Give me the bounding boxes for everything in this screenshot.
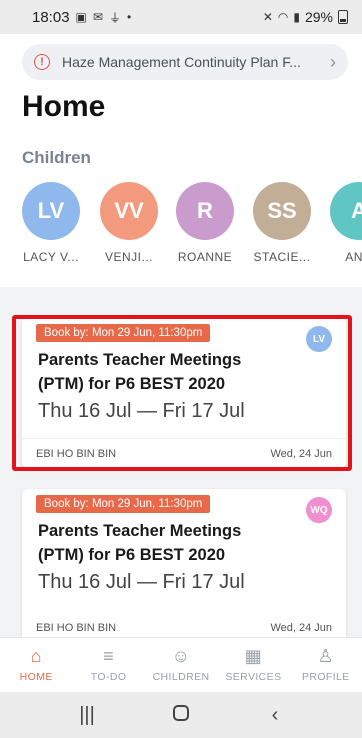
home-icon: ⌂ — [30, 646, 42, 666]
nav-label: SERVICES — [225, 671, 282, 683]
child-name: VENJI... — [104, 250, 153, 264]
back-button[interactable]: ‹ — [255, 704, 295, 727]
card-title: Parents Teacher Meetings (PTM) for P6 BE… — [38, 351, 242, 393]
usb-notification-icon: ⏚ — [108, 10, 121, 25]
card-title: Parents Teacher Meetings (PTM) for P6 BE… — [38, 522, 242, 564]
book-by-badge: Book by: Mon 29 Jun, 11:30pm — [36, 324, 211, 342]
child-avatar: LV — [22, 182, 80, 240]
dot-notification-icon: • — [126, 10, 132, 24]
child-avatar: SS — [253, 182, 311, 240]
status-time: 18:03 — [32, 8, 70, 26]
child-name: ANG — [345, 250, 362, 264]
nav-label: TO-DO — [90, 671, 127, 683]
announcement-banner[interactable]: ! Haze Management Continuity Plan F... › — [22, 44, 348, 80]
chevron-right-icon: › — [330, 51, 336, 72]
system-nav-bar: ||| ‹ — [0, 692, 362, 738]
bottom-nav: ⌂ HOME ≡ TO-DO ☺ CHILDREN ▦ SERVICES ♙ P… — [0, 637, 362, 692]
child-item[interactable]: A ANG — [324, 182, 362, 264]
card-child-avatar: WQ — [306, 497, 332, 523]
mail-notification-icon: ✉ — [92, 10, 103, 24]
person-icon: ♙ — [317, 646, 335, 666]
child-item[interactable]: LV LACY V... — [22, 182, 86, 264]
mute-icon: ✕ — [262, 10, 273, 24]
nav-todo[interactable]: ≡ TO-DO — [72, 638, 144, 692]
nav-label: HOME — [19, 671, 53, 683]
battery-percent: 29% — [304, 9, 333, 25]
announcement-card[interactable]: Book by: Mon 29 Jun, 11:30pm LV Parents … — [22, 318, 346, 468]
nav-profile[interactable]: ♙ PROFILE — [290, 638, 362, 692]
smiley-icon: ☺ — [171, 646, 191, 666]
card-dates: Thu 16 Jul — Fri 17 Jul — [38, 400, 245, 422]
card-footer: EBI HO BIN BIN Wed, 24 Jun — [22, 613, 346, 637]
recent-apps-button[interactable]: ||| — [67, 704, 107, 727]
announcements-feed: Book by: Mon 29 Jun, 11:30pm LV Parents … — [0, 287, 362, 637]
status-bar: 18:03 ▣ ✉ ⏚ • ✕ ◠ ▮ 29% — [0, 0, 362, 34]
children-section-title: Children — [22, 148, 91, 167]
system-home-button[interactable] — [161, 704, 201, 727]
card-author: EBI HO BIN BIN — [36, 622, 117, 634]
child-avatar: A — [330, 182, 362, 240]
child-name: LACY V... — [23, 250, 79, 264]
book-by-badge: Book by: Mon 29 Jun, 11:30pm — [36, 495, 211, 513]
camera-notification-icon: ▣ — [75, 10, 87, 24]
nav-label: PROFILE — [301, 671, 350, 683]
nav-children[interactable]: ☺ CHILDREN — [145, 638, 217, 692]
card-author: EBI HO BIN BIN — [36, 447, 117, 460]
signal-icon: ▮ — [293, 10, 300, 24]
card-child-avatar: LV — [306, 326, 332, 352]
child-name: STACIE... — [253, 250, 311, 264]
child-item[interactable]: VV VENJI... — [94, 182, 164, 264]
card-footer: EBI HO BIN BIN Wed, 24 Jun — [22, 438, 346, 468]
child-name: ROANNE — [177, 250, 233, 264]
alert-icon: ! — [34, 54, 50, 70]
wifi-icon: ◠ — [277, 10, 289, 24]
card-posted-date: Wed, 24 Jun — [270, 447, 332, 460]
announcement-card[interactable]: Book by: Mon 29 Jun, 11:30pm WQ Parents … — [22, 489, 346, 637]
child-avatar: R — [176, 182, 234, 240]
nav-home[interactable]: ⌂ HOME — [0, 638, 72, 692]
child-item[interactable]: SS STACIE... — [247, 182, 317, 264]
banner-text: Haze Management Continuity Plan F... — [62, 54, 301, 70]
child-avatar: VV — [100, 182, 158, 240]
children-row: LV LACY V... VV VENJI... R ROANNE SS STA… — [22, 182, 362, 268]
list-icon: ≡ — [103, 646, 115, 666]
nav-services[interactable]: ▦ SERVICES — [217, 638, 289, 692]
grid-icon: ▦ — [244, 646, 263, 666]
page-title: Home — [22, 90, 106, 123]
card-dates: Thu 16 Jul — Fri 17 Jul — [38, 571, 245, 593]
card-posted-date: Wed, 24 Jun — [270, 622, 332, 634]
nav-label: CHILDREN — [152, 671, 210, 683]
child-item[interactable]: R ROANNE — [170, 182, 240, 264]
battery-icon — [338, 10, 348, 24]
